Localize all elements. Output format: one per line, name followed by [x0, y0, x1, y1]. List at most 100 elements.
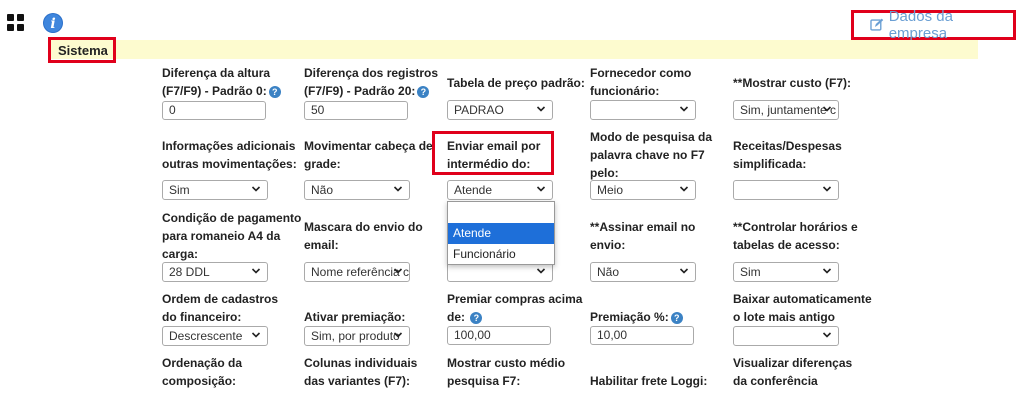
chevron-down-icon: [822, 332, 832, 338]
receitas-despesas-select[interactable]: [733, 180, 839, 200]
field-assinar-email: **Assinar email no envio:: [590, 218, 725, 254]
field-mostrar-custo: **Mostrar custo (F7):: [733, 74, 868, 92]
field-label: tabelas de acesso:: [733, 238, 840, 252]
field-modo-pesquisa: Modo de pesquisa da palavra chave no F7 …: [590, 128, 725, 182]
field-label: simplificada:: [733, 157, 807, 171]
field-label: pesquisa F7:: [447, 374, 521, 388]
field-label: composição:: [162, 374, 237, 388]
field-label: **Mostrar custo (F7):: [733, 76, 852, 90]
field-label: das variantes (F7):: [304, 374, 411, 388]
chevron-down-icon: [679, 106, 689, 112]
field-diferenca-altura: Diferença da altura (F7/F9) - Padrão 0:?: [162, 64, 297, 100]
info-icon[interactable]: i: [42, 12, 64, 34]
field-label: envio:: [590, 238, 626, 252]
help-icon[interactable]: ?: [268, 85, 281, 98]
baixar-lote-select[interactable]: [733, 326, 839, 346]
premiar-compras-input[interactable]: 100,00: [447, 326, 551, 345]
informacoes-adicionais-select[interactable]: Sim: [162, 180, 268, 200]
field-mostrar-custo-medio: Mostrar custo médio pesquisa F7:: [447, 354, 582, 390]
field-label: funcionário:: [590, 84, 660, 98]
field-label: outras movimentações:: [162, 157, 297, 171]
field-label: palavra chave no F7: [590, 148, 705, 162]
field-label: Modo de pesquisa da: [590, 130, 713, 144]
edit-icon: [870, 18, 884, 31]
field-label: Colunas individuais: [304, 356, 418, 370]
field-label: do financeiro:: [162, 310, 242, 324]
select-value: Não: [597, 265, 620, 279]
field-movimentar-cabeca: Movimentar cabeça de grade:: [304, 137, 439, 173]
section-bar: [48, 40, 978, 59]
mascara-envio-select[interactable]: Nome referência c: [304, 262, 410, 282]
field-colunas-individuais: Colunas individuais das variantes (F7):: [304, 354, 439, 390]
diferenca-altura-input[interactable]: 0: [162, 101, 266, 120]
chevron-down-icon: [822, 106, 832, 112]
field-label: carga:: [162, 247, 199, 261]
assinar-email-select[interactable]: Não: [590, 262, 696, 282]
premiacao-percent-input[interactable]: 10,00: [590, 326, 694, 345]
field-label: para romaneio A4 da: [162, 229, 281, 243]
help-icon[interactable]: ?: [417, 85, 430, 98]
modo-pesquisa-select[interactable]: Meio: [590, 180, 696, 200]
select-value: 28 DDL: [169, 265, 210, 279]
fornecedor-funcionario-select[interactable]: [590, 100, 696, 120]
mostrar-custo-select[interactable]: Sim, juntamente c: [733, 100, 839, 120]
field-premiacao-percent: Premiação %:?: [590, 308, 725, 326]
field-controlar-horarios: **Controlar horários e tabelas de acesso…: [733, 218, 868, 254]
field-label: Ordenação da: [162, 356, 243, 370]
ativar-premiacao-select[interactable]: Sim, por produto: [304, 326, 410, 346]
dropdown-option[interactable]: Funcionário: [448, 244, 554, 265]
field-label: Movimentar cabeça de: [304, 139, 433, 153]
chevron-down-icon: [251, 186, 261, 192]
field-fornecedor-funcionario: Fornecedor como funcionário:: [590, 64, 725, 100]
field-condicao-pagamento: Condição de pagamento para romaneio A4 d…: [162, 209, 301, 263]
chevron-down-icon: [822, 268, 832, 274]
controlar-horarios-select[interactable]: Sim: [733, 262, 839, 282]
dropdown-option[interactable]: [448, 202, 554, 223]
help-icon[interactable]: ?: [670, 311, 683, 324]
select-value: Sim: [169, 183, 190, 197]
diferenca-registros-input[interactable]: 50: [304, 101, 408, 120]
field-label: Visualizar diferenças: [733, 356, 853, 370]
field-ordenacao-composicao: Ordenação da composição:: [162, 354, 297, 390]
movimentar-cabeca-select[interactable]: Não: [304, 180, 410, 200]
field-label: Diferença dos registros: [304, 66, 439, 80]
chevron-down-icon: [679, 268, 689, 274]
field-label: Mostrar custo médio: [447, 356, 566, 370]
select-value: Atende: [454, 183, 493, 197]
field-label: Ordem de cadastros: [162, 292, 279, 306]
help-icon[interactable]: ?: [470, 311, 483, 324]
enviar-email-select[interactable]: Atende: [447, 180, 553, 200]
chevron-down-icon: [393, 186, 403, 192]
field-label: (F7/F9) - Padrão 20:: [304, 84, 416, 98]
field-baixar-lote: Baixar automaticamente o lote mais antig…: [733, 290, 872, 326]
chevron-down-icon: [679, 186, 689, 192]
field-informacoes-adicionais: Informações adicionais outras movimentaç…: [162, 137, 297, 173]
field-label: **Controlar horários e: [733, 220, 858, 234]
field-label: Baixar automaticamente: [733, 292, 872, 306]
chevron-down-icon: [251, 332, 261, 338]
chevron-down-icon: [251, 268, 261, 274]
select-value: Não: [311, 183, 334, 197]
select-value: Descrescente: [169, 329, 243, 343]
field-label: Premiar compras acima: [447, 292, 583, 306]
chevron-down-icon: [536, 186, 546, 192]
condicao-pagamento-select[interactable]: 28 DDL: [162, 262, 268, 282]
field-label: Premiação %:: [590, 310, 669, 324]
field-label: de:: [447, 310, 465, 324]
dropdown-option-selected[interactable]: Atende: [448, 223, 554, 244]
hidden-select[interactable]: [447, 262, 553, 282]
chevron-down-icon: [536, 268, 546, 274]
field-frete-loggi: Habilitar frete Loggi:: [590, 372, 725, 390]
ordem-cadastros-select[interactable]: Descrescente: [162, 326, 268, 346]
select-value: Meio: [597, 183, 624, 197]
company-data-link[interactable]: Dados da empresa: [851, 8, 1016, 42]
select-value: PADRAO: [454, 103, 504, 117]
chevron-down-icon: [822, 186, 832, 192]
grid-menu-icon[interactable]: [7, 14, 25, 32]
field-mascara-envio: Mascara do envio do email:: [304, 218, 439, 254]
field-label: Tabela de preço padrão:: [447, 76, 585, 90]
tabela-preco-select[interactable]: PADRAO: [447, 100, 553, 120]
field-receitas-despesas: Receitas/Despesas simplificada:: [733, 137, 868, 173]
section-title: Sistema: [48, 37, 116, 63]
select-value: Sim: [740, 265, 761, 279]
